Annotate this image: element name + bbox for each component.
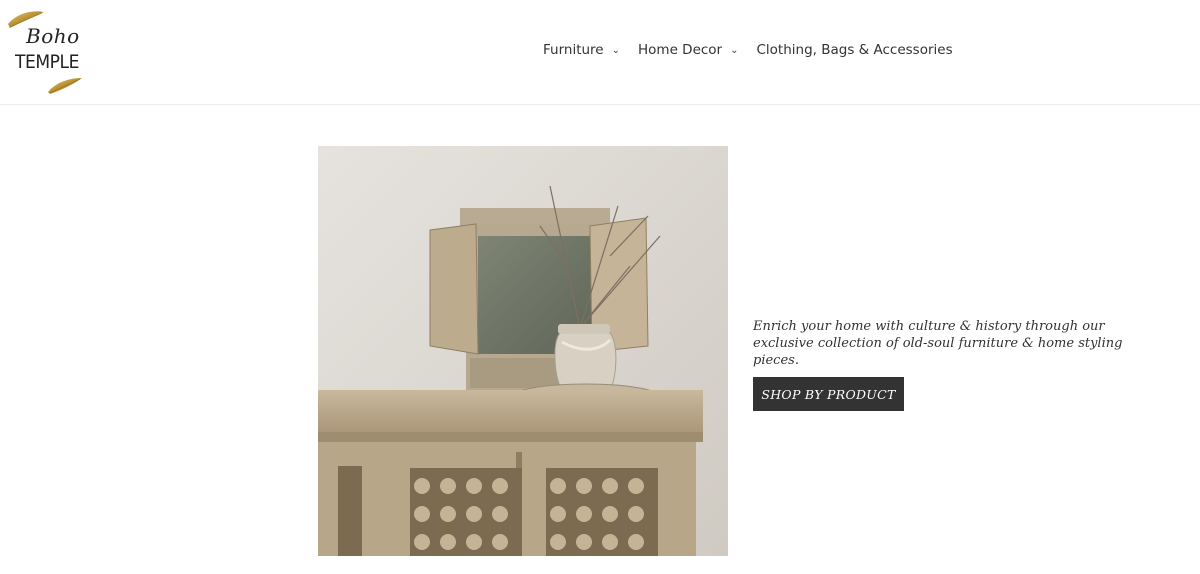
chevron-down-icon: ⌄ (730, 44, 739, 56)
hero-description: Enrich your home with culture & history … (753, 319, 1123, 368)
nav-item-label: Furniture (543, 42, 604, 58)
hero-cabinet-photo (318, 146, 728, 556)
logo-script-text: Boho (26, 24, 80, 48)
hero-image (318, 146, 728, 556)
main-nav: Furniture ⌄ Home Decor ⌄ Clothing, Bags … (543, 42, 953, 58)
logo-wordmark: TEMPLE (15, 51, 79, 73)
nav-item-furniture[interactable]: Furniture ⌄ (543, 42, 620, 58)
shop-by-product-button[interactable]: SHOP BY PRODUCT (753, 377, 904, 411)
nav-item-clothing-bags-accessories[interactable]: Clothing, Bags & Accessories (757, 42, 953, 58)
nav-item-label: Home Decor (638, 42, 723, 58)
site-header: Boho TEMPLE Furniture ⌄ Home Decor ⌄ Clo… (0, 0, 1200, 105)
brand-logo[interactable]: Boho TEMPLE (4, 6, 88, 98)
nav-item-home-decor[interactable]: Home Decor ⌄ (638, 42, 738, 58)
nav-item-label: Clothing, Bags & Accessories (756, 42, 953, 58)
chevron-down-icon: ⌄ (611, 44, 621, 56)
